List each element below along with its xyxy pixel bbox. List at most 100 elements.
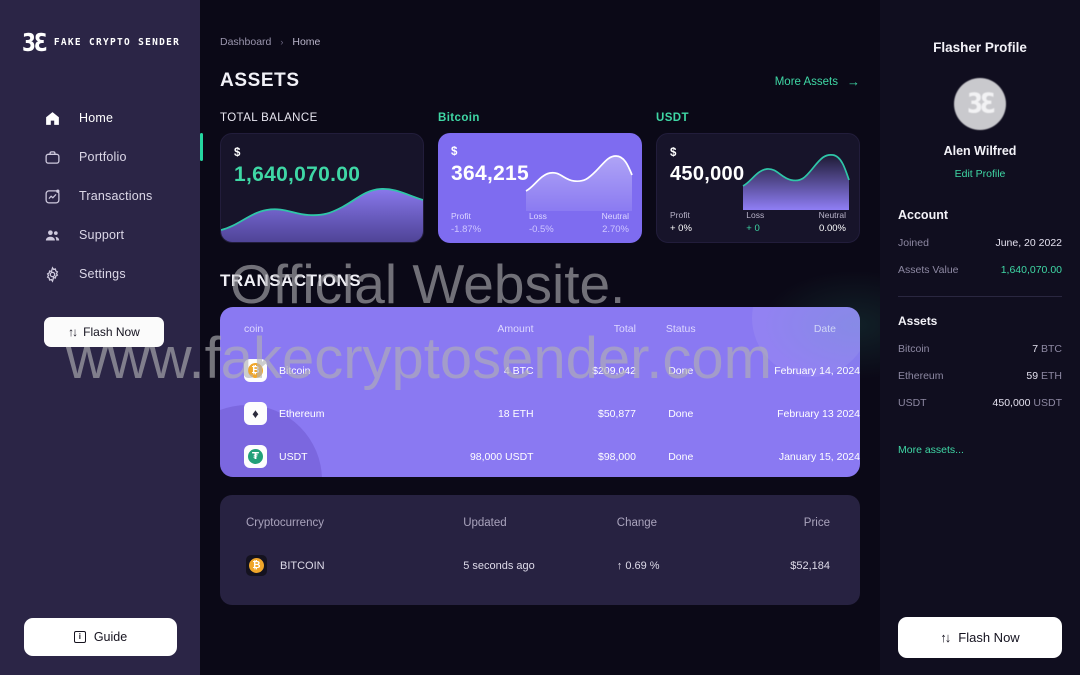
sidebar-item-settings-label: Settings [79, 267, 126, 281]
brand-mark-icon: 3Ɛ [22, 27, 48, 57]
bitcoin-card[interactable]: $ 364,215 Profit -1.87% Loss -0.5% Neutr… [438, 133, 642, 243]
crypto-prices-table: Cryptocurrency Updated Change Price ₿ BI… [220, 495, 860, 584]
sidebar-flash-now-label: Flash Now [83, 325, 140, 339]
breadcrumb: Dashboard › Home [220, 0, 860, 48]
transactions-card: coin Amount Total Status Date ₿ Bitcoin [220, 307, 860, 477]
guide-button[interactable]: i Guide [24, 618, 177, 656]
th-date: Date [813, 323, 836, 335]
table-row[interactable]: ♦ Ethereum 18 ETH $50,877 Done February … [220, 392, 860, 435]
asset-card-usdt: USDT $ 450,000 Profit + 0% Loss + 0 Neut… [656, 112, 860, 243]
sidebar-item-home-label: Home [79, 111, 114, 125]
users-icon [44, 227, 61, 244]
asset-usdt-value: 450,000 USDT [993, 397, 1062, 409]
bitcoin-icon: ₿ [244, 359, 267, 382]
stat-neutral: Neutral 0.00% [819, 210, 846, 236]
coin-name: Bitcoin [279, 364, 311, 377]
brand-name: FAKE CRYPTO SENDER [53, 36, 181, 48]
breadcrumb-separator-icon: › [280, 37, 284, 47]
sidebar-flash-now-button[interactable]: ↑↓ Flash Now [44, 317, 164, 347]
th-cryptocurrency: Cryptocurrency [246, 517, 324, 529]
gear-icon [44, 265, 61, 283]
coin-name: USDT [279, 450, 308, 463]
sidebar-item-transactions[interactable]: Transactions [0, 178, 200, 214]
asset-ethereum-label: Ethereum [898, 370, 944, 382]
asset-bitcoin-label: Bitcoin [898, 343, 930, 355]
asset-usdt-amount: 450,000 [992, 397, 1031, 409]
sidebar-item-portfolio-label: Portfolio [79, 150, 127, 164]
stat-loss-value: + 0 [746, 222, 760, 234]
td-price: $52,184 [790, 559, 830, 572]
td-amount: 18 ETH [497, 407, 534, 420]
profile-name: Alen Wilfred [943, 144, 1017, 158]
stat-profit: Profit + 0% [670, 210, 692, 236]
stat-neutral: Neutral 2.70% [602, 211, 629, 237]
stat-profit-label: Profit [451, 210, 471, 221]
more-assets-label: More Assets [774, 75, 838, 88]
usdt-sparkline [741, 152, 851, 210]
th-total: Total [613, 323, 636, 335]
bitcoin-icon: ₿ [246, 555, 267, 576]
stat-loss-label: Loss [746, 209, 765, 220]
asset-card-caption: USDT [656, 112, 689, 124]
sidebar-item-home[interactable]: Home [0, 100, 200, 136]
stat-profit-value: -1.87% [451, 223, 482, 235]
td-status: Done [668, 364, 694, 377]
sidebar-item-portfolio[interactable]: Portfolio [0, 139, 200, 175]
bitcoin-glyph: ₿ [249, 558, 264, 573]
stat-profit-label: Profit [670, 209, 690, 220]
usdt-stats: Profit + 0% Loss + 0 Neutral 0.00% [670, 210, 846, 236]
stat-loss: Loss -0.5% [529, 211, 554, 237]
asset-card-bitcoin: Bitcoin $ 364,215 Profit -1.87% Loss -0.… [438, 112, 642, 243]
stat-loss: Loss + 0 [746, 210, 764, 236]
sidebar-item-support[interactable]: Support [0, 217, 200, 253]
info-icon: i [73, 631, 86, 643]
asset-ethereum-amount: 59 [1026, 370, 1039, 382]
sidebar-item-settings[interactable]: Settings [0, 256, 200, 292]
edit-profile-link[interactable]: Edit Profile [898, 168, 1062, 180]
asset-ethereum-value: 59 ETH [1026, 370, 1062, 382]
main-content: Dashboard › Home ASSETS More Assets → TO… [200, 0, 880, 675]
page-title: ASSETS [220, 70, 300, 91]
asset-bitcoin-value: 7 BTC [1032, 343, 1062, 355]
total-balance-card[interactable]: $ 1,640,070.00 [220, 133, 424, 243]
ethereum-glyph: ♦ [252, 406, 259, 421]
sidebar-nav: Home Portfolio Transactions Support Sett… [0, 100, 200, 295]
brand-logo[interactable]: 3Ɛ FAKE CRYPTO SENDER [0, 0, 200, 57]
td-coin: ₮ USDT [220, 435, 418, 477]
table-row[interactable]: ₿ Bitcoin 4 BTC $209,042 Done February 1… [220, 349, 860, 392]
td-date: February 14, 2024 [774, 364, 860, 377]
more-assets-link[interactable]: More Assets → [775, 74, 860, 92]
usdt-card[interactable]: $ 450,000 Profit + 0% Loss + 0 Neutral 0… [656, 133, 860, 243]
breadcrumb-root[interactable]: Dashboard [220, 36, 271, 48]
td-amount: 4 BTC [503, 364, 534, 377]
usdt-icon: ₮ [244, 445, 267, 468]
td-total: $98,000 [598, 450, 636, 463]
currency-symbol: $ [234, 147, 241, 159]
td-change: ↑ 0.69 % [616, 559, 660, 572]
more-assets-link[interactable]: More assets... [898, 444, 1062, 456]
home-icon [44, 110, 61, 127]
chart-square-icon [44, 188, 61, 205]
td-total: $50,877 [598, 407, 636, 420]
td-date: February 13 2024 [777, 407, 860, 420]
td-coin: ₿ Bitcoin [220, 349, 418, 392]
guide-button-label: Guide [93, 630, 128, 644]
left-sidebar: 3Ɛ FAKE CRYPTO SENDER Home Portfolio Tra… [0, 0, 200, 675]
asset-usdt-label: USDT [898, 397, 927, 409]
transactions-table: coin Amount Total Status Date ₿ Bitcoin [220, 307, 860, 477]
table-header-row: Cryptocurrency Updated Change Price [220, 495, 860, 547]
account-joined-label: Joined [898, 237, 929, 249]
account-assets-value: 1,640,070.00 [1000, 264, 1062, 276]
sidebar-item-transactions-label: Transactions [79, 189, 153, 203]
table-row[interactable]: ₮ USDT 98,000 USDT $98,000 Done January … [220, 435, 860, 477]
bitcoin-glyph: ₿ [248, 363, 263, 378]
ethereum-icon: ♦ [244, 402, 267, 425]
asset-row-ethereum: Ethereum 59 ETH [898, 370, 1062, 382]
flash-now-button[interactable]: ↑↓ Flash Now [898, 617, 1062, 658]
table-row[interactable]: ₿ BITCOIN 5 seconds ago ↑ 0.69 % $52,184 [220, 547, 860, 584]
avatar[interactable]: 3Ɛ [954, 78, 1006, 130]
td-status: Done [668, 450, 694, 463]
divider [898, 296, 1062, 297]
assets-section-title: Assets [898, 314, 938, 328]
account-assets-value-label: Assets Value [898, 264, 959, 276]
